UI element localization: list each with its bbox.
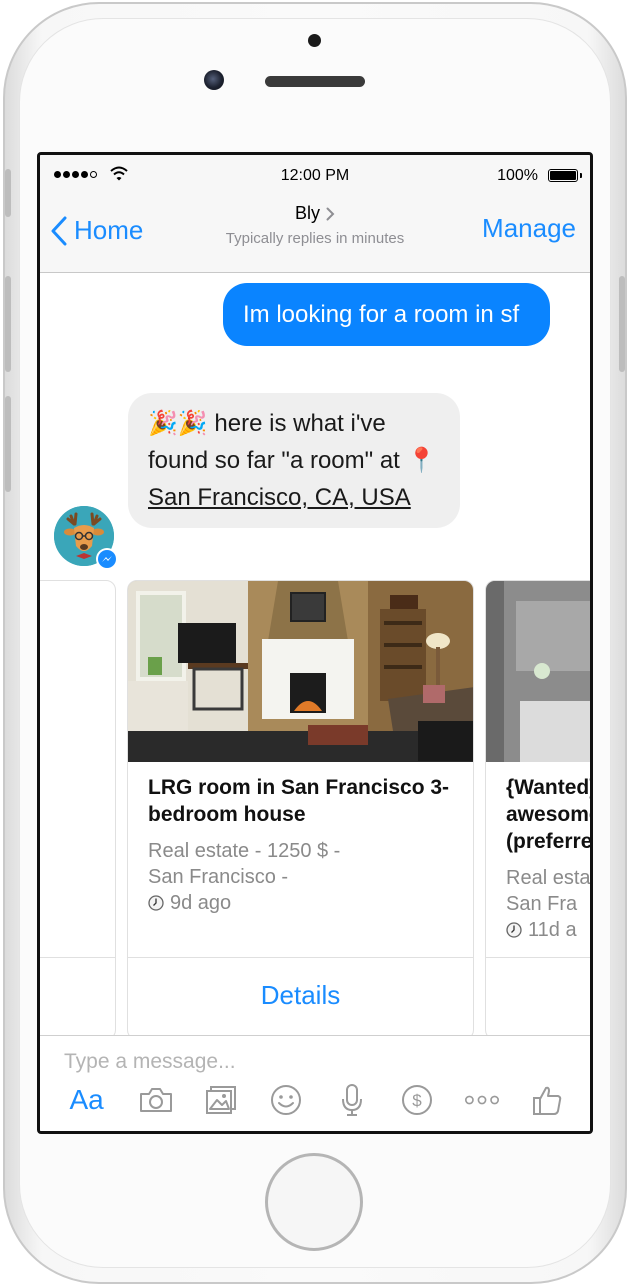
payment-button[interactable]: $ [399, 1082, 435, 1118]
listing-age: 9d ago [170, 892, 232, 914]
listing-location: San Francisco - [148, 866, 289, 888]
more-button[interactable] [464, 1082, 500, 1118]
message-input[interactable]: Type a message... [64, 1050, 236, 1074]
listing-meta: Real estate - 1250 $ - [148, 840, 341, 862]
nav-bar: Home Bly Typically replies in minutes Ma… [40, 195, 590, 273]
result-card-next[interactable]: {Wanted} awesome (preferred Real estate … [485, 580, 590, 1035]
listing-title: {Wanted} awesome (preferred [506, 776, 590, 853]
clock-icon [148, 895, 164, 911]
listing-title: LRG room in San Francisco 3-bedroom hous… [148, 776, 450, 826]
chat-area[interactable]: Im looking for a room in sf 🎉🎉 here is w… [40, 273, 590, 1035]
volume-down-button [5, 396, 11, 492]
incoming-message-text: 🎉🎉 here is what i've found so far "a roo… [148, 410, 400, 474]
smiley-icon [271, 1085, 302, 1115]
result-card[interactable]: LRG room in San Francisco 3-bedroom hous… [127, 580, 474, 1035]
volume-up-button [5, 276, 11, 372]
clock-icon [506, 922, 522, 938]
avatar[interactable] [54, 506, 118, 570]
battery-percent: 100% [497, 167, 538, 184]
svg-text:$: $ [412, 1091, 422, 1110]
like-button[interactable] [529, 1082, 565, 1118]
earpiece [265, 76, 365, 87]
camera-button[interactable] [138, 1082, 174, 1118]
more-icon [465, 1095, 500, 1105]
composer-toolbar: Aa $ [40, 1080, 590, 1120]
message-composer: Type a message... Aa $ [40, 1035, 590, 1131]
listing-meta: Real estate [506, 867, 590, 889]
manage-button[interactable]: Manage [482, 213, 576, 244]
text-format-button[interactable]: Aa [65, 1082, 109, 1118]
outgoing-message: Im looking for a room in sf [223, 283, 550, 346]
power-button [619, 276, 625, 372]
emoji-button[interactable] [268, 1082, 304, 1118]
messenger-badge [96, 548, 118, 570]
camera-icon [139, 1088, 172, 1112]
listing-photo [128, 581, 473, 762]
incoming-message: 🎉🎉 here is what i've found so far "a roo… [128, 393, 460, 528]
results-carousel[interactable]: LRG room in San Francisco 3-bedroom hous… [40, 580, 590, 1035]
screen: 12:00 PM 100% Home Bly Typically replies… [37, 152, 593, 1134]
gallery-icon [206, 1086, 237, 1114]
microphone-icon [341, 1084, 362, 1116]
gallery-button[interactable] [203, 1082, 239, 1118]
chevron-right-icon [326, 207, 335, 220]
front-camera [204, 70, 224, 90]
pin-icon: 📍 [406, 447, 437, 474]
status-bar: 12:00 PM 100% [40, 155, 590, 195]
proximity-sensor [308, 34, 321, 47]
listing-photo-next [486, 581, 590, 762]
battery-icon [548, 169, 578, 182]
mute-switch [5, 169, 11, 217]
location-link[interactable]: San Francisco, CA, USA [148, 484, 411, 511]
voice-button[interactable] [334, 1082, 370, 1118]
thumbs-up-icon [533, 1086, 562, 1115]
result-card-previous[interactable] [40, 580, 116, 1035]
listing-age: 11d a [528, 919, 577, 941]
conversation-title: Bly [294, 203, 320, 223]
dollar-icon: $ [401, 1085, 432, 1115]
listing-location: San Fra [506, 893, 578, 915]
messenger-bolt-icon [102, 556, 112, 562]
details-button[interactable]: Details [128, 958, 473, 1011]
home-button[interactable] [265, 1153, 363, 1251]
